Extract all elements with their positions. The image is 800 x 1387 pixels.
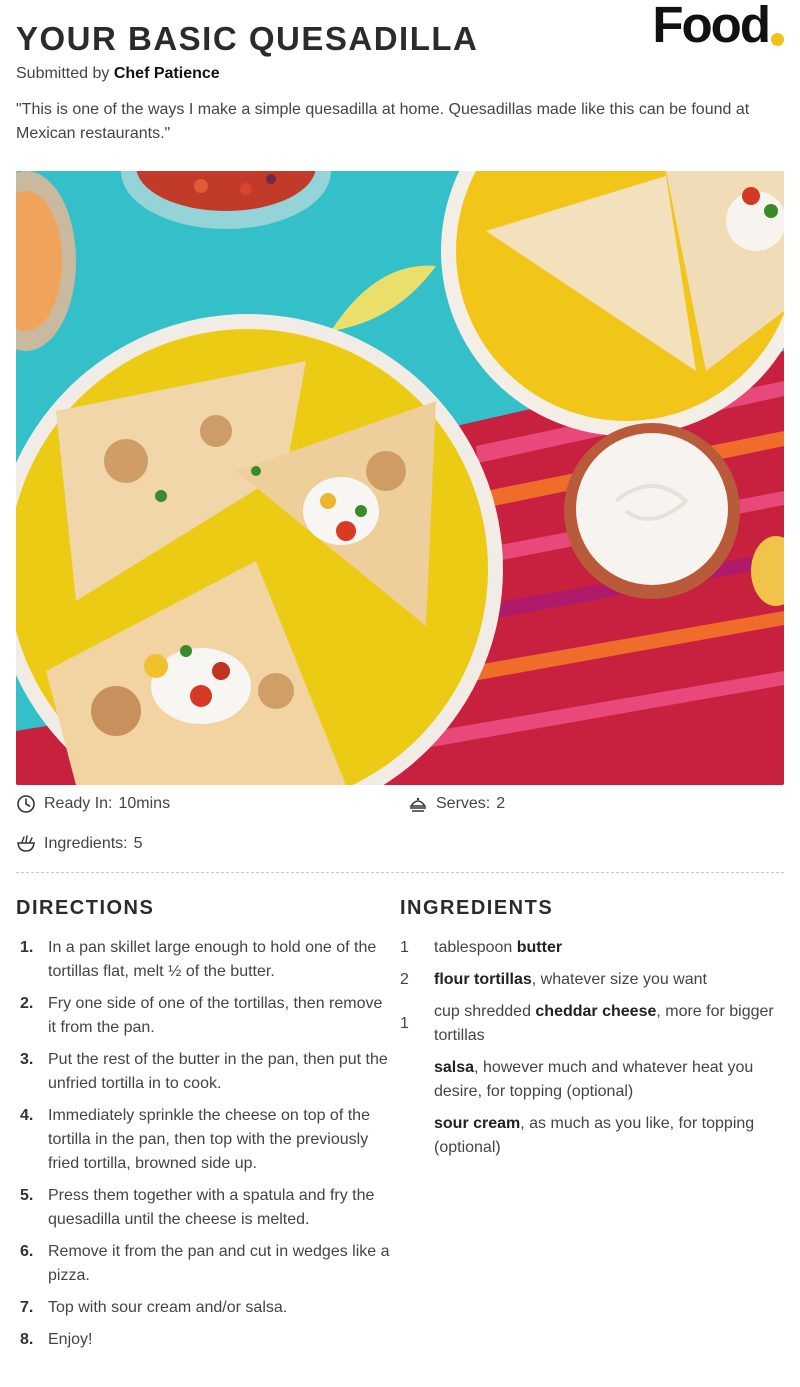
- ingredients-count-label: Ingredients:: [44, 835, 128, 852]
- recipe-photo: [16, 171, 784, 785]
- step-text: Put the rest of the butter in the pan, t…: [48, 1051, 388, 1092]
- step-text: Top with sour cream and/or salsa.: [48, 1299, 288, 1316]
- submitted-by: Submitted by Chef Patience: [16, 65, 220, 83]
- serves: Serves: 2: [408, 792, 505, 816]
- step-text: Fry one side of one of the tortillas, th…: [48, 995, 383, 1036]
- logo-text: Food: [652, 0, 771, 53]
- step-number: 7.: [20, 1299, 34, 1316]
- direction-step: 1. In a pan skillet large enough to hold …: [16, 936, 390, 984]
- step-number: 4.: [20, 1107, 34, 1124]
- ingredient-post: , however much and whatever heat you des…: [434, 1059, 754, 1100]
- logo-dot: [771, 33, 784, 46]
- direction-step: 6. Remove it from the pan and cut in wedg…: [16, 1240, 390, 1288]
- direction-step: 3. Put the rest of the butter in the pan,…: [16, 1048, 390, 1096]
- ingredient-name: butter: [516, 939, 563, 956]
- header: YOUR BASIC QUESADILLA Food: [0, 0, 800, 60]
- step-text: Remove it from the pan and cut in wedges…: [48, 1243, 390, 1284]
- ingredient-item: 1 cup shredded cheddar cheese, more for b…: [400, 1000, 784, 1048]
- ingredients-heading: INGREDIENTS: [400, 897, 554, 919]
- ingredient-name: cheddar cheese: [535, 1003, 657, 1020]
- step-number: 2.: [20, 995, 34, 1012]
- step-number: 3.: [20, 1051, 34, 1068]
- ready-in-label: Ready In:: [44, 795, 113, 812]
- serves-value: 2: [496, 795, 506, 812]
- ingredient-item: 2 flour tortillas, whatever size you want: [400, 968, 784, 992]
- ingredients-list: 1 tablespoon butter 2 flour tortillas, wha…: [400, 936, 784, 1168]
- section-divider: [16, 872, 784, 873]
- ingredients-count: Ingredients: 5: [16, 832, 143, 856]
- food-logo[interactable]: Food: [652, 0, 784, 50]
- step-text: Enjoy!: [48, 1331, 93, 1348]
- ingredient-text: sour cream, as much as you like, for top…: [434, 1112, 784, 1160]
- ingredient-text: salsa, however much and whatever heat yo…: [434, 1056, 784, 1104]
- direction-step: 7. Top with sour cream and/or salsa.: [16, 1296, 390, 1320]
- step-text: Immediately sprinkle the cheese on top o…: [48, 1107, 370, 1172]
- ingredient-text: tablespoon butter: [434, 936, 562, 960]
- directions-list: 1. In a pan skillet large enough to hold …: [16, 936, 390, 1360]
- direction-step: 4. Immediately sprinkle the cheese on top…: [16, 1104, 390, 1176]
- bowl-icon: [16, 834, 36, 854]
- ingredient-pre: tablespoon: [434, 939, 517, 956]
- ingredient-text: flour tortillas, whatever size you want: [434, 968, 707, 992]
- step-number: 5.: [20, 1187, 34, 1204]
- ingredients-count-value: 5: [133, 835, 143, 852]
- ready-in: Ready In: 10mins: [16, 792, 170, 816]
- step-text: Press them together with a spatula and f…: [48, 1187, 375, 1228]
- ingredient-name: flour tortillas: [434, 971, 532, 988]
- ingredient-name: sour cream: [434, 1115, 521, 1132]
- step-number: 8.: [20, 1331, 34, 1348]
- ingredient-post: , whatever size you want: [531, 971, 707, 988]
- ingredient-name: salsa: [434, 1059, 475, 1076]
- ingredient-item: salsa, however much and whatever heat yo…: [400, 1056, 784, 1104]
- ingredient-qty: 1: [400, 939, 409, 956]
- author-link[interactable]: Chef Patience: [114, 65, 220, 82]
- direction-step: 5. Press them together with a spatula and…: [16, 1184, 390, 1232]
- recipe-description: "This is one of the ways I make a simple…: [16, 101, 750, 142]
- serving-dish-icon: [408, 794, 428, 814]
- quesadilla-photo: [16, 171, 784, 785]
- step-text: In a pan skillet large enough to hold on…: [48, 939, 377, 980]
- ingredient-qty: 2: [400, 971, 409, 988]
- direction-step: 2. Fry one side of one of the tortillas, …: [16, 992, 390, 1040]
- ingredient-item: sour cream, as much as you like, for top…: [400, 1112, 784, 1160]
- ready-in-value: 10mins: [118, 795, 171, 812]
- submitted-prefix: Submitted by: [16, 65, 110, 82]
- ingredient-item: 1 tablespoon butter: [400, 936, 784, 960]
- recipe-title: YOUR BASIC QUESADILLA: [16, 20, 479, 57]
- serves-label: Serves:: [436, 795, 491, 812]
- step-number: 1.: [20, 939, 34, 956]
- directions-heading: DIRECTIONS: [16, 897, 155, 919]
- ingredient-text: cup shredded cheddar cheese, more for bi…: [434, 1000, 784, 1048]
- step-number: 6.: [20, 1243, 34, 1260]
- clock-icon: [16, 794, 36, 814]
- direction-step: 8. Enjoy!: [16, 1328, 390, 1352]
- ingredient-qty: 1: [400, 1015, 409, 1032]
- ingredient-pre: cup shredded: [434, 1003, 536, 1020]
